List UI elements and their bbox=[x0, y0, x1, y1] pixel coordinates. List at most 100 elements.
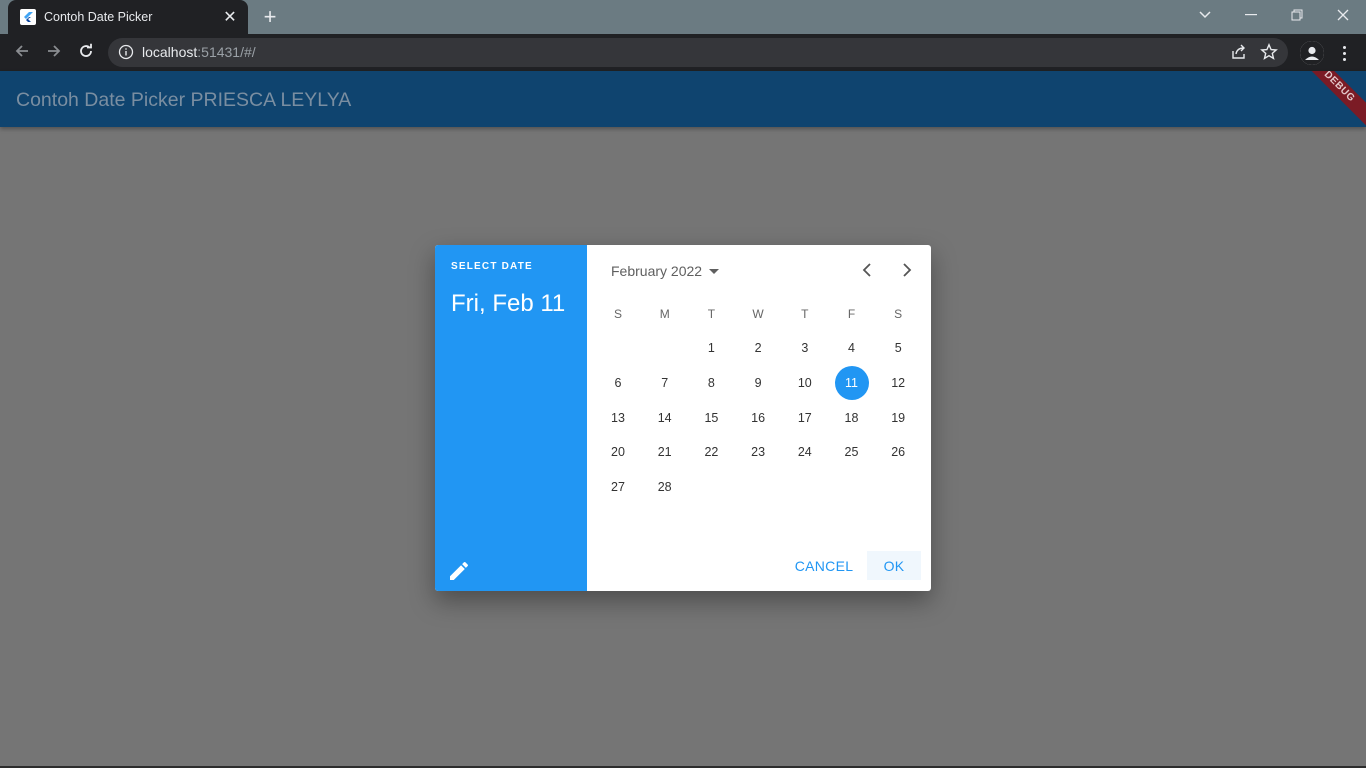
day-cell[interactable]: 22 bbox=[688, 435, 734, 469]
tab-search-icon[interactable] bbox=[1182, 0, 1228, 30]
chevron-left-icon bbox=[862, 262, 872, 282]
month-year-label: February 2022 bbox=[611, 263, 703, 279]
reload-icon bbox=[78, 43, 94, 64]
tab-title: Contoh Date Picker bbox=[44, 10, 153, 24]
profile-icon[interactable] bbox=[1300, 41, 1324, 65]
day-cell[interactable]: 15 bbox=[688, 401, 734, 435]
star-icon[interactable] bbox=[1260, 43, 1278, 66]
url-text: localhost:51431/#/ bbox=[142, 44, 256, 60]
weekday-label: M bbox=[659, 307, 670, 321]
share-icon[interactable] bbox=[1230, 44, 1248, 65]
weekday-label: F bbox=[847, 307, 856, 321]
arrow-left-icon bbox=[14, 43, 30, 64]
day-number: 16 bbox=[751, 410, 766, 425]
day-cell[interactable]: 16 bbox=[735, 401, 781, 435]
kebab-menu-icon[interactable] bbox=[1334, 40, 1354, 66]
browser-tab[interactable]: Contoh Date Picker ✕ bbox=[8, 0, 248, 34]
minimize-icon[interactable] bbox=[1228, 0, 1274, 30]
day-cell[interactable]: 25 bbox=[829, 435, 875, 469]
pencil-icon[interactable] bbox=[447, 559, 471, 583]
day-cell[interactable]: 3 bbox=[782, 331, 828, 365]
day-number: 10 bbox=[797, 375, 812, 390]
day-number: 11 bbox=[834, 365, 869, 400]
day-number: 6 bbox=[614, 375, 622, 390]
day-number: 20 bbox=[611, 445, 625, 460]
day-cell[interactable]: 2 bbox=[735, 331, 781, 365]
day-cell[interactable]: 26 bbox=[875, 435, 921, 469]
day-cell[interactable]: 18 bbox=[829, 401, 875, 435]
forward-button[interactable] bbox=[40, 39, 68, 67]
day-cell[interactable]: 8 bbox=[688, 366, 734, 400]
day-cell[interactable]: 12 bbox=[875, 366, 921, 400]
month-year-selector[interactable]: February 2022 bbox=[611, 263, 720, 279]
close-tab-icon[interactable]: ✕ bbox=[218, 7, 242, 27]
day-number: 26 bbox=[891, 445, 906, 460]
day-number: 14 bbox=[657, 410, 672, 425]
weekday-label: T bbox=[707, 307, 716, 321]
close-window-icon[interactable] bbox=[1320, 0, 1366, 30]
prev-month-button[interactable] bbox=[855, 261, 879, 283]
chevron-right-icon bbox=[902, 262, 912, 282]
next-month-button[interactable] bbox=[895, 261, 919, 283]
day-number: 19 bbox=[891, 410, 906, 425]
caret-down-icon bbox=[709, 268, 720, 274]
day-number: 25 bbox=[844, 445, 859, 460]
date-picker-header: SELECT DATE Fri, Feb 11 bbox=[435, 245, 587, 591]
day-cell[interactable]: 14 bbox=[642, 401, 688, 435]
browser-toolbar: localhost:51431/#/ bbox=[0, 34, 1366, 71]
help-text: SELECT DATE bbox=[451, 261, 533, 272]
day-cell[interactable]: 21 bbox=[642, 435, 688, 469]
day-cell[interactable]: 19 bbox=[875, 401, 921, 435]
weekday-label: S bbox=[613, 307, 622, 321]
day-cell[interactable]: 28 bbox=[642, 470, 688, 504]
flutter-icon bbox=[20, 9, 36, 25]
new-tab-button[interactable]: + bbox=[258, 4, 282, 30]
cancel-button[interactable]: CANCEL bbox=[789, 551, 859, 580]
day-number: 2 bbox=[754, 341, 762, 355]
day-number: 13 bbox=[611, 410, 625, 425]
day-number: 12 bbox=[891, 375, 906, 390]
day-number: 21 bbox=[657, 445, 672, 460]
day-number: 17 bbox=[797, 410, 812, 425]
day-number: 7 bbox=[661, 375, 669, 390]
day-cell[interactable]: 20 bbox=[595, 435, 641, 469]
day-number: 28 bbox=[657, 480, 672, 495]
day-cell[interactable]: 13 bbox=[595, 401, 641, 435]
day-cell[interactable]: 1 bbox=[688, 331, 734, 365]
day-cell[interactable]: 9 bbox=[735, 366, 781, 400]
day-cell[interactable]: 6 bbox=[595, 366, 641, 400]
reload-button[interactable] bbox=[72, 39, 100, 67]
day-cell[interactable]: 23 bbox=[735, 435, 781, 469]
ok-button[interactable]: OK bbox=[867, 551, 921, 580]
back-button[interactable] bbox=[8, 39, 36, 67]
selected-date-text: Fri, Feb 11 bbox=[451, 290, 566, 317]
day-cell-selected[interactable]: 11 bbox=[829, 365, 875, 400]
day-number: 24 bbox=[797, 445, 812, 460]
day-cell[interactable]: 17 bbox=[782, 401, 828, 435]
url-host: localhost bbox=[142, 44, 198, 60]
day-number: 22 bbox=[704, 445, 719, 460]
day-cell[interactable]: 5 bbox=[875, 331, 921, 365]
weekday-label: S bbox=[894, 307, 903, 321]
restore-icon[interactable] bbox=[1274, 0, 1320, 30]
browser-tab-strip: Contoh Date Picker ✕ + bbox=[0, 0, 1366, 34]
day-number: 3 bbox=[801, 341, 809, 355]
day-number: 15 bbox=[704, 410, 719, 425]
day-number: 1 bbox=[707, 341, 715, 355]
day-cell[interactable]: 4 bbox=[829, 331, 875, 365]
weekday-label: T bbox=[801, 307, 809, 321]
day-number: 23 bbox=[751, 445, 766, 460]
info-icon[interactable] bbox=[118, 44, 134, 60]
address-bar[interactable]: localhost:51431/#/ bbox=[108, 38, 1288, 67]
day-number: 18 bbox=[844, 410, 859, 425]
weekday-label: W bbox=[752, 307, 764, 321]
day-cell[interactable]: 24 bbox=[782, 435, 828, 469]
day-cell[interactable]: 27 bbox=[595, 470, 641, 504]
day-number: 27 bbox=[611, 480, 625, 495]
day-cell[interactable]: 7 bbox=[642, 366, 688, 400]
day-number: 4 bbox=[848, 341, 855, 355]
debug-banner: DEBUG bbox=[1294, 71, 1366, 127]
day-number: 9 bbox=[754, 375, 762, 390]
day-number: 5 bbox=[894, 341, 902, 355]
day-cell[interactable]: 10 bbox=[782, 366, 828, 400]
